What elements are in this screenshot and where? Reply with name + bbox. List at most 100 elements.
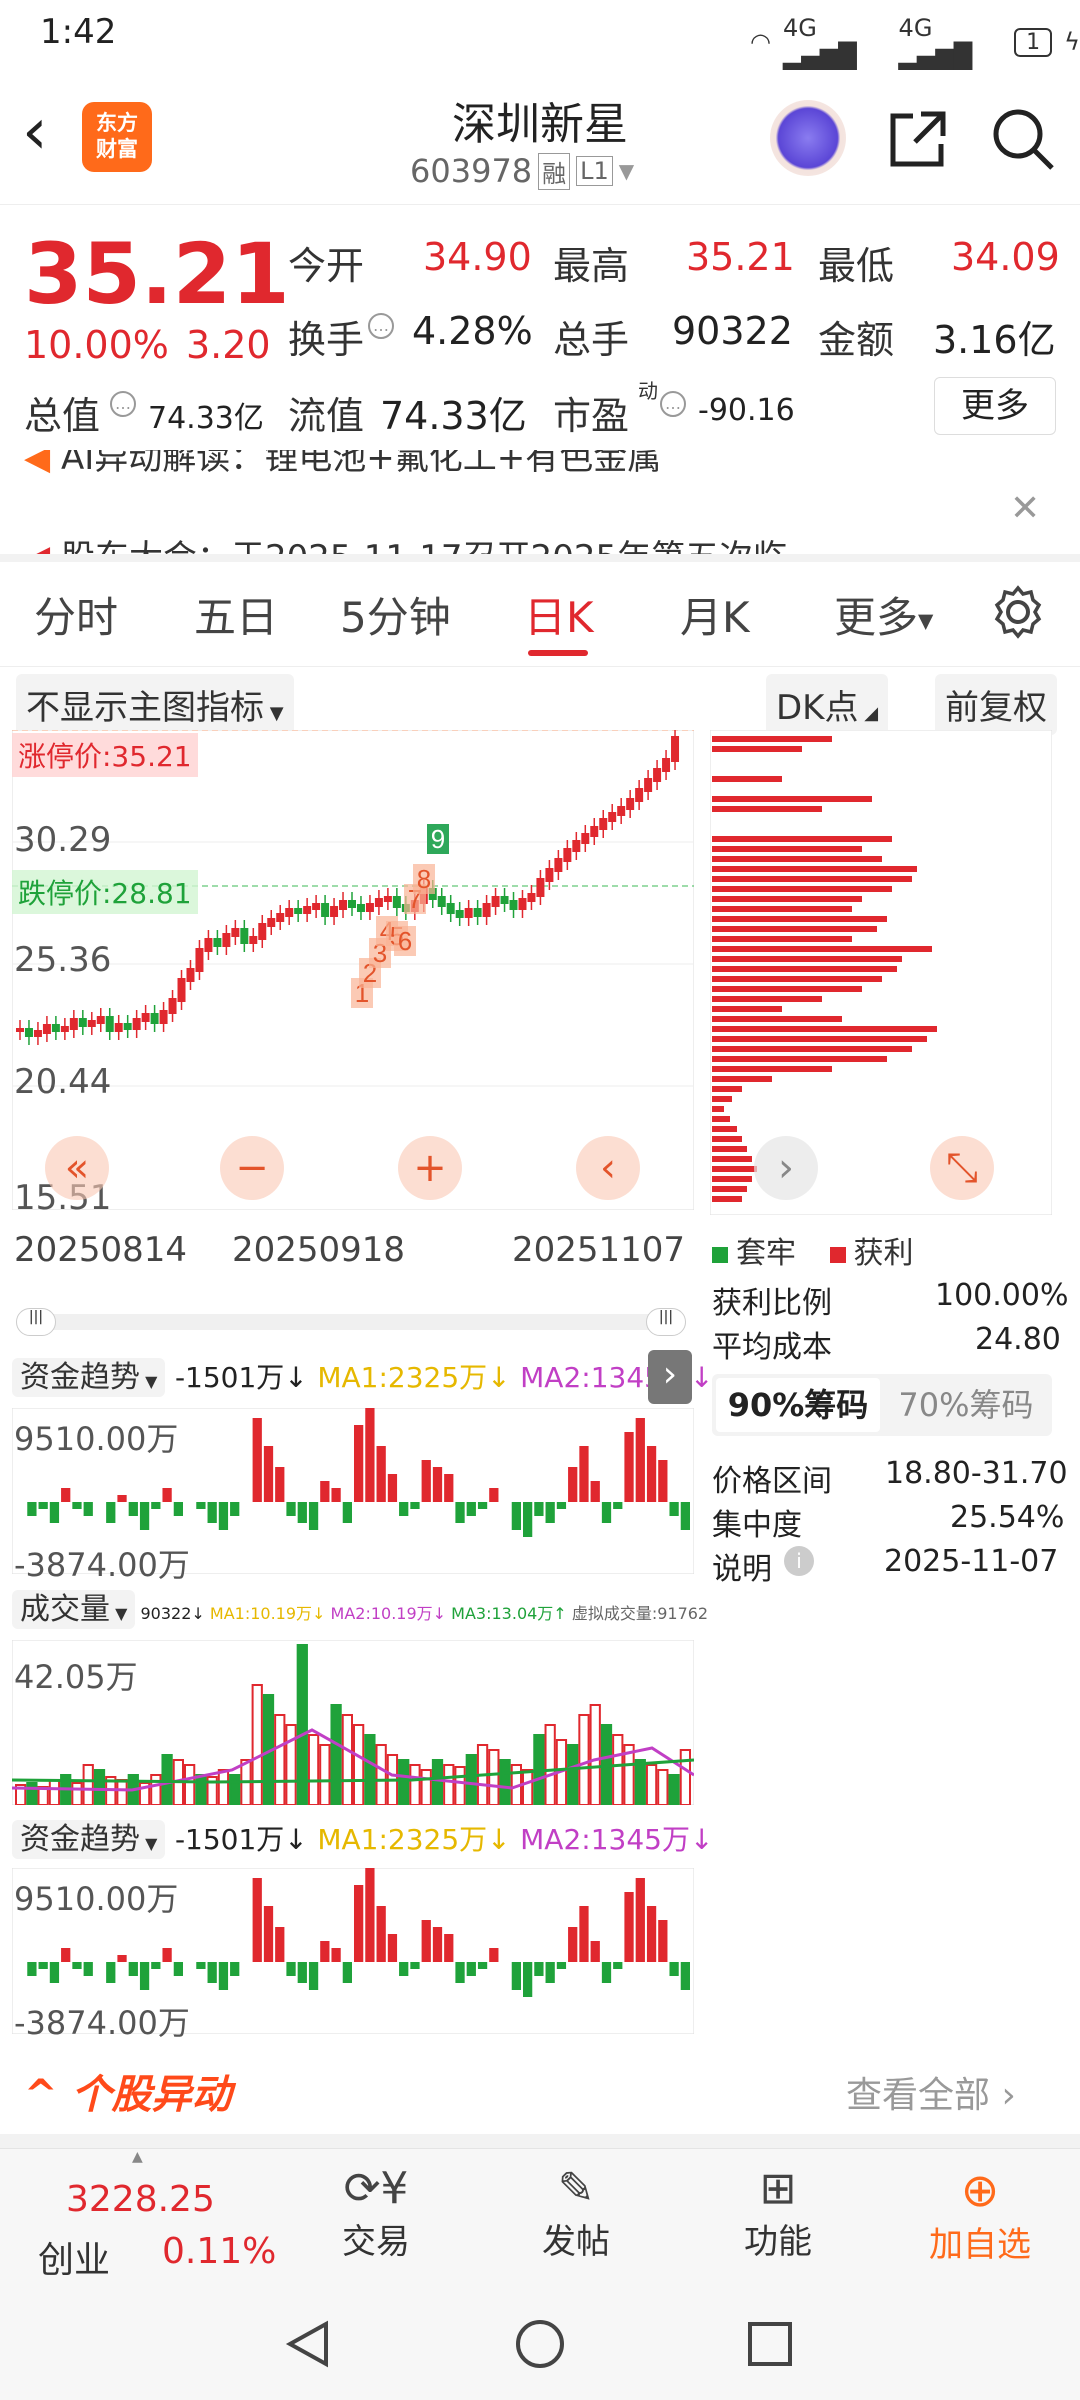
settings-icon[interactable] — [990, 584, 1046, 640]
tab-chip-90[interactable]: 90%筹码 — [716, 1378, 880, 1432]
price-range-label: 价格区间 — [712, 1464, 832, 1499]
chip-bar — [712, 876, 912, 882]
view-all-link[interactable]: 查看全部 › — [846, 2066, 1016, 2118]
index-name[interactable]: 创业 — [38, 2231, 110, 2283]
volume-panel-header: 成交量 ▼ 90322↓ MA1:10.19万↓ MA2:10.19万↓ MA3… — [12, 1584, 708, 1629]
app-logo: 东方 财富 — [82, 102, 152, 172]
chip-bar — [712, 886, 892, 892]
range-slider[interactable]: ||| ||| — [16, 1308, 686, 1336]
candle-body — [339, 900, 348, 910]
zoom-in-icon[interactable]: + — [398, 1136, 462, 1200]
wifi-icon: ◠ — [750, 28, 771, 56]
ai-assistant-icon[interactable] — [770, 100, 846, 176]
fund-panel-header: 资金趋势 ▼ -1501万↓ MA1:2325万↓ MA2:1345万↓ — [12, 1352, 713, 1397]
volume-value: 90322 — [672, 309, 793, 353]
fund-indicator-selector-2[interactable]: 资金趋势 ▼ — [12, 1820, 166, 1859]
chip-bar — [712, 1196, 742, 1202]
anomaly-title[interactable]: ^ 个股异动 — [24, 2062, 231, 2120]
index-percent[interactable]: 0.11% — [162, 2231, 276, 2272]
fund-bar — [590, 1481, 600, 1502]
tab-more[interactable]: 更多▼ — [834, 584, 933, 645]
tab-5min[interactable]: 5分钟 — [340, 584, 451, 645]
more-button[interactable]: 更多 — [934, 377, 1056, 435]
ai-notice[interactable]: ◀ AI异动解读：锂电池+氟化工+有色金属 — [24, 450, 994, 479]
quote-panel: 35.21 10.00% 3.20 今开 34.90 最高 35.21 最低 3… — [0, 205, 1080, 450]
candle-body — [24, 1028, 33, 1037]
fund-bar — [466, 1502, 476, 1516]
tab-monthly-k[interactable]: 月K — [680, 584, 750, 645]
chevron-right-icon[interactable]: › — [754, 1136, 818, 1200]
info-icon[interactable]: … — [368, 313, 394, 339]
pan-left-icon[interactable]: ‹ — [576, 1136, 640, 1200]
fund-indicator-selector[interactable]: 资金趋势 ▼ — [12, 1358, 166, 1397]
share-icon[interactable] — [885, 106, 951, 172]
indicator-selector[interactable]: 不显示主图指标 ▼ — [16, 674, 294, 735]
candle-body — [554, 858, 563, 872]
zoom-out-icon[interactable]: − — [220, 1136, 284, 1200]
volume-indicator-selector[interactable]: 成交量 ▼ — [12, 1590, 136, 1629]
nav-recent-icon[interactable] — [744, 2318, 796, 2370]
trade-button[interactable]: ⟳¥ 交易 — [336, 2163, 416, 2263]
slider-handle-right[interactable]: ||| — [646, 1308, 686, 1336]
change-percent: 10.00% — [24, 323, 169, 367]
chip-bar — [712, 966, 897, 972]
volume-bar — [398, 1759, 410, 1805]
fund-bar — [218, 1962, 229, 1990]
tab-five-day[interactable]: 五日 — [194, 584, 278, 645]
post-button[interactable]: ✎ 发帖 — [536, 2163, 616, 2263]
candle-body — [518, 898, 527, 910]
close-icon[interactable]: ✕ — [1010, 488, 1040, 529]
fund-bar — [342, 1962, 352, 1983]
slider-handle-left[interactable]: ||| — [16, 1308, 56, 1336]
chip-bar — [712, 1016, 842, 1022]
info-icon[interactable]: … — [110, 391, 136, 417]
candle-body — [527, 893, 536, 902]
dk-point-selector[interactable]: DK点 ◢ — [766, 674, 889, 735]
info-icon[interactable]: … — [660, 391, 686, 417]
back-icon[interactable]: ‹ — [22, 100, 48, 164]
tab-intraday[interactable]: 分时 — [34, 584, 118, 645]
fund-bar — [399, 1502, 409, 1516]
nav-home-icon[interactable] — [514, 2318, 566, 2370]
fund-bar — [308, 1502, 319, 1530]
stock-code-row[interactable]: 603978 融 L1 ▼ — [410, 152, 634, 190]
period-tabs: 分时 五日 5分钟 日K 月K 更多▼ — [0, 562, 1080, 667]
chip-bar — [712, 1056, 887, 1062]
candlestick-chart[interactable]: 123456789 — [12, 730, 694, 1210]
expand-icon[interactable]: ⤡ — [930, 1136, 994, 1200]
tab-daily-k[interactable]: 日K — [524, 584, 594, 645]
fund-bar — [432, 1927, 443, 1962]
note-label: 说明 — [712, 1552, 772, 1587]
fund-bar — [421, 1920, 431, 1962]
candle-body — [500, 896, 509, 904]
function-button[interactable]: ⊞ 功能 — [738, 2163, 818, 2263]
search-icon[interactable] — [990, 106, 1056, 172]
candle-body — [545, 868, 554, 882]
fund-bar — [61, 1488, 71, 1502]
candle-body — [141, 1013, 150, 1022]
nav-back-icon[interactable] — [282, 2318, 334, 2370]
chip-bar — [712, 1186, 747, 1192]
pan-left-fast-icon[interactable]: « — [45, 1136, 109, 1200]
fund-bar — [444, 1474, 454, 1502]
meeting-notice[interactable]: ◀ 股东大会：于2025-11-17召开2025年第五次临 — [24, 530, 1004, 554]
candle-body — [644, 778, 653, 792]
volume-bar — [567, 1744, 579, 1805]
candle-body — [204, 938, 213, 952]
tab-chip-70[interactable]: 70%筹码 — [884, 1378, 1048, 1432]
fund-bar — [556, 1502, 567, 1509]
amount-value: 3.16亿 — [933, 318, 1056, 362]
adjust-selector[interactable]: 前复权 — [935, 674, 1057, 735]
chip-bar — [712, 1176, 752, 1182]
add-watchlist-button[interactable]: ⊕ 加自选 — [918, 2163, 1042, 2266]
candle-body — [392, 896, 401, 908]
signal-marker-label: 6 — [398, 926, 412, 956]
candle-body — [69, 1018, 78, 1030]
chevron-right-icon[interactable]: › — [648, 1350, 692, 1404]
fund-bar — [523, 1962, 533, 1997]
fund-bar — [342, 1502, 352, 1523]
info-icon[interactable]: i — [784, 1546, 814, 1576]
fund-bar — [38, 1962, 48, 1969]
index-value[interactable]: 3228.25 — [66, 2179, 215, 2220]
candle-body — [374, 898, 383, 907]
